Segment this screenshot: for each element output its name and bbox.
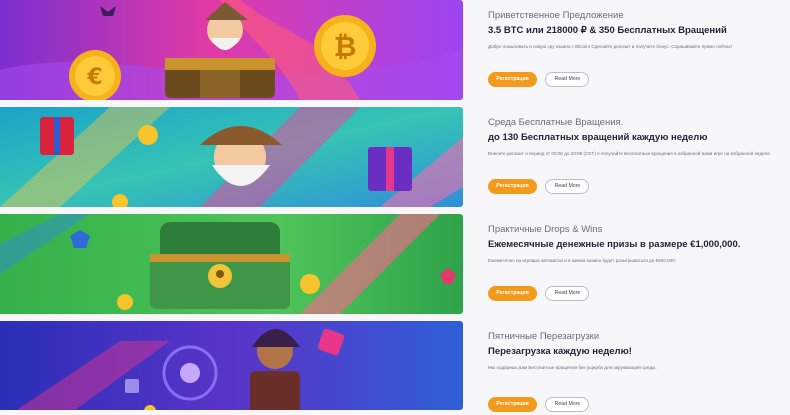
promo-title: Перезагрузка каждую неделю!: [488, 346, 632, 357]
promo-banner-image[interactable]: € ₿: [0, 0, 463, 100]
promo-actions: Регистрация Read More: [488, 72, 590, 88]
promo-actions: Регистрация Read More: [488, 397, 590, 413]
promo-description: Мы подаришь вам Бесплатные вращения без …: [488, 365, 657, 370]
svg-text:€: €: [86, 65, 102, 90]
svg-text:₿: ₿: [334, 30, 357, 63]
promo-subtitle: Практичные Drops & Wins: [488, 224, 603, 235]
read-more-button[interactable]: Read More: [545, 179, 590, 194]
promo-card-welcome-offer: € ₿ Приветственное Предложение 3.5 BTC и…: [0, 0, 790, 100]
register-button[interactable]: Регистрация: [488, 72, 537, 87]
promo-text-block: Среда Бесплатные Вращения. до 130 Беспла…: [488, 117, 783, 157]
read-more-button[interactable]: Read More: [545, 72, 590, 87]
promo-card-wednesday-free-spins: Среда Бесплатные Вращения. до 130 Беспла…: [0, 107, 790, 207]
promo-subtitle: Среда Бесплатные Вращения.: [488, 117, 624, 128]
promo-text-block: Приветственное Предложение 3.5 BTC или 2…: [488, 10, 783, 50]
promo-description: Ежемесячно на игровых автоматах и в живо…: [488, 258, 676, 263]
promo-banner-image[interactable]: [0, 214, 463, 314]
promo-actions: Регистрация Read More: [488, 179, 590, 195]
promo-text-block: Пятничные Перезагрузки Перезагрузка кажд…: [488, 331, 783, 371]
register-button[interactable]: Регистрация: [488, 286, 537, 301]
promo-title: 3.5 BTC или 218000 ₽ & 350 Бесплатных Вр…: [488, 25, 727, 36]
promo-subtitle: Пятничные Перезагрузки: [488, 331, 600, 342]
promo-title: Ежемесячные денежные призы в размере €1,…: [488, 239, 741, 250]
gnome-treasure-banner-icon: € ₿: [0, 0, 463, 100]
bearded-miner-banner-icon: [0, 107, 463, 207]
promotions-list: € ₿ Приветственное Предложение 3.5 BTC и…: [0, 0, 790, 413]
promo-banner-image[interactable]: [0, 321, 463, 410]
promo-text-block: Практичные Drops & Wins Ежемесячные дене…: [488, 224, 783, 264]
promo-title: до 130 Бесплатных вращений каждую неделю: [488, 132, 708, 143]
promo-description: Внесите депозит и период от 00:00 до 23:…: [488, 151, 770, 156]
sorceress-banner-icon: [0, 321, 463, 410]
promo-description: Добро пожаловать в новую эру казино с Bi…: [488, 44, 733, 49]
read-more-button[interactable]: Read More: [545, 286, 590, 301]
promo-card-friday-reload: Пятничные Перезагрузки Перезагрузка кажд…: [0, 321, 790, 413]
promo-banner-image[interactable]: [0, 107, 463, 207]
promo-card-drops-and-wins: Практичные Drops & Wins Ежемесячные дене…: [0, 214, 790, 314]
promo-subtitle: Приветственное Предложение: [488, 10, 624, 21]
promo-actions: Регистрация Read More: [488, 286, 590, 302]
treasure-chest-banner-icon: [0, 214, 463, 314]
register-button[interactable]: Регистрация: [488, 179, 537, 194]
